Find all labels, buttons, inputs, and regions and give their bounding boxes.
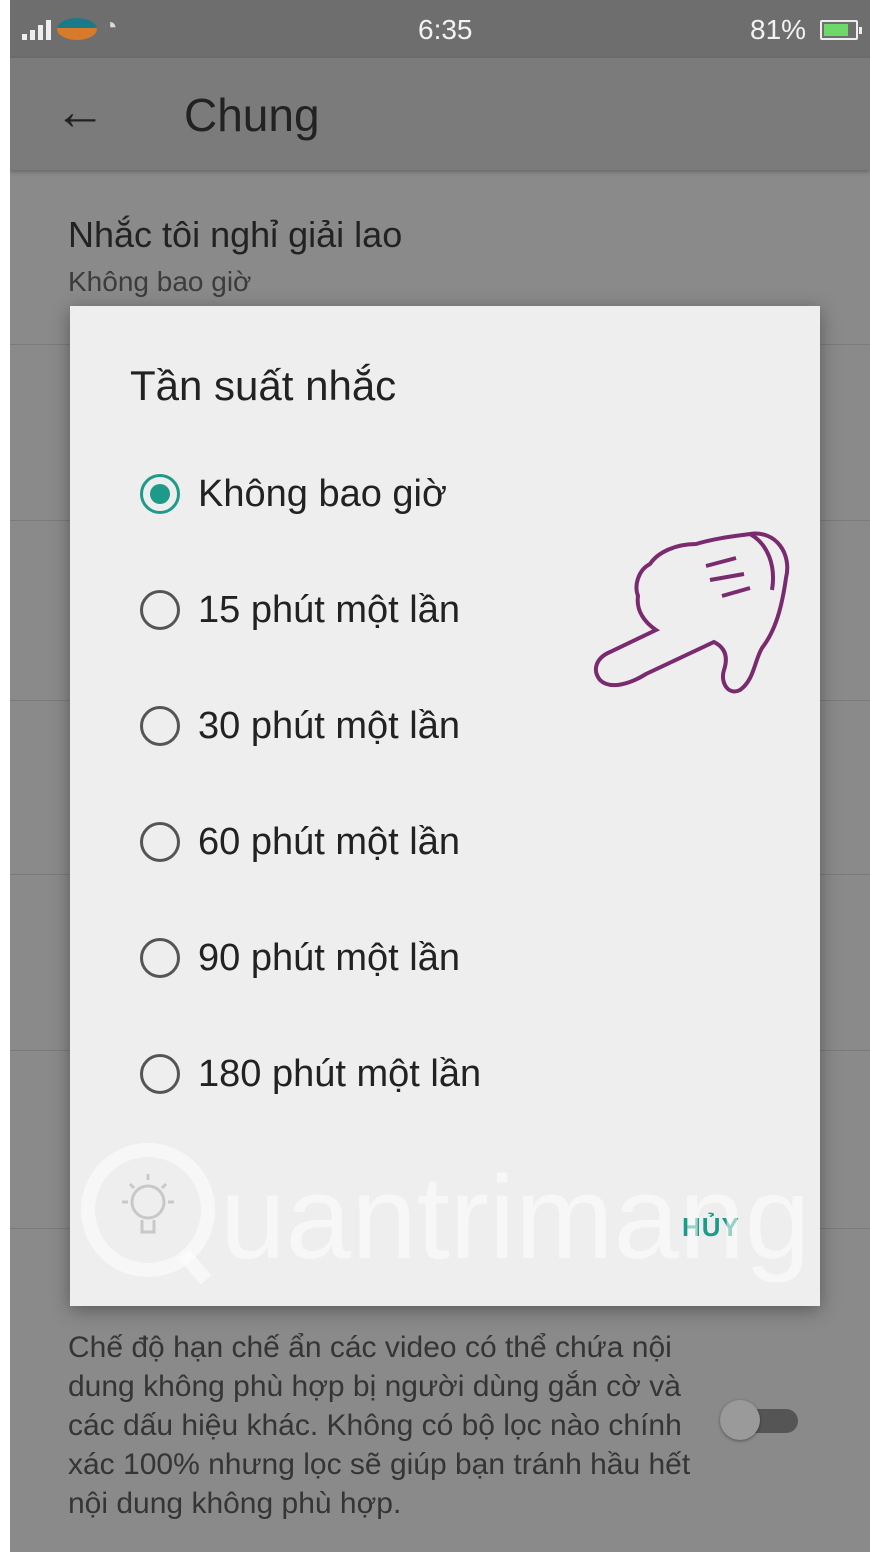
carrier-logo-icon: [57, 18, 97, 40]
restricted-mode-toggle[interactable]: [720, 1400, 802, 1440]
battery-percent: 81%: [750, 14, 807, 45]
status-left: ◔: [22, 14, 118, 40]
radio-option-180[interactable]: 180 phút một lần: [140, 1046, 481, 1102]
option-label: 15 phút một lần: [198, 588, 460, 631]
status-bar: ◔ 6:35 81%: [10, 0, 870, 58]
radio-icon[interactable]: [140, 590, 180, 630]
phone-screen: ◔ 6:35 81% ← Chung Nhắc tôi nghỉ giải la…: [10, 0, 870, 1552]
status-time: 6:35: [418, 14, 473, 45]
radio-option-15[interactable]: 15 phút một lần: [140, 582, 460, 638]
radio-icon[interactable]: [140, 938, 180, 978]
setting-value: Không bao giờ: [68, 266, 252, 297]
toggle-thumb: [720, 1400, 760, 1440]
app-bar: ← Chung: [10, 58, 870, 170]
battery-icon: [820, 20, 862, 40]
setting-item-break-reminder[interactable]: Nhắc tôi nghỉ giải lao Không bao giờ: [68, 214, 868, 298]
setting-title: Nhắc tôi nghỉ giải lao: [68, 214, 403, 255]
option-label: 90 phút một lần: [198, 936, 460, 979]
wifi-icon: ◔: [103, 13, 118, 40]
radio-option-60[interactable]: 60 phút một lần: [140, 814, 460, 870]
option-label: Không bao giờ: [198, 472, 447, 515]
option-label: 30 phút một lần: [198, 704, 460, 747]
page-title: Chung: [184, 89, 320, 141]
signal-icon: [22, 14, 51, 40]
radio-option-30[interactable]: 30 phút một lần: [140, 698, 460, 754]
restricted-mode-description: Chế độ hạn chế ẩn các video có thể chứa …: [68, 1331, 691, 1520]
cancel-button[interactable]: HỦY: [682, 1212, 740, 1243]
radio-icon[interactable]: [140, 1054, 180, 1094]
pointing-hand-icon: [593, 531, 790, 694]
dialog-title: Tần suất nhắc: [130, 362, 397, 409]
radio-option-never[interactable]: Không bao giờ: [140, 466, 447, 522]
radio-icon[interactable]: [140, 706, 180, 746]
back-arrow-icon[interactable]: ←: [54, 84, 106, 140]
radio-option-90[interactable]: 90 phút một lần: [140, 930, 460, 986]
option-label: 60 phút một lần: [198, 820, 460, 863]
radio-icon[interactable]: [140, 822, 180, 862]
frequency-dialog: Tần suất nhắc Không bao giờ 15 phút một …: [70, 306, 820, 1306]
option-label: 180 phút một lần: [198, 1052, 482, 1095]
radio-selected-icon[interactable]: [140, 474, 180, 514]
